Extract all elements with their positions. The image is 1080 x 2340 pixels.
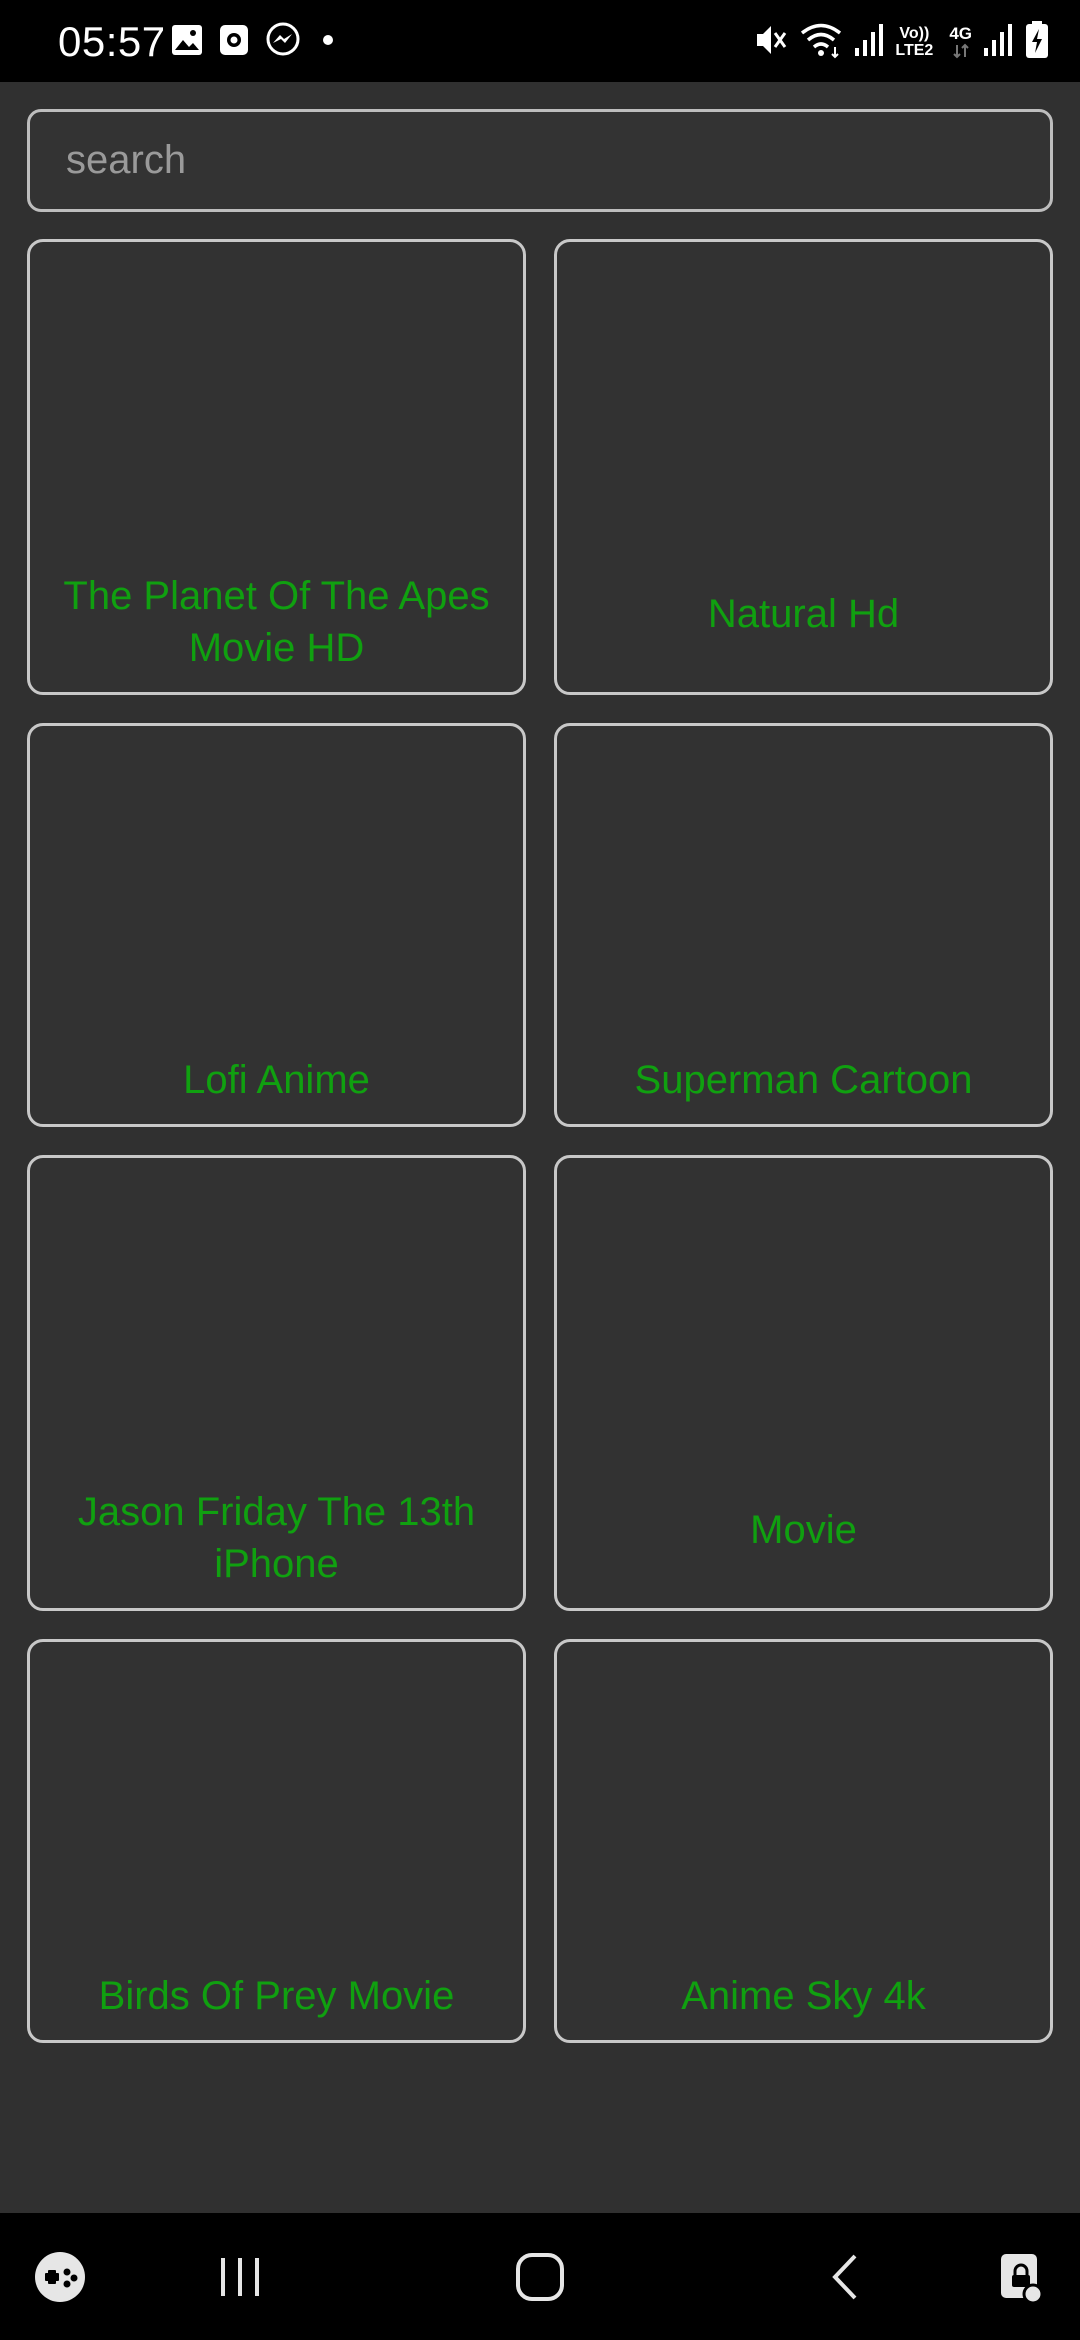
card-title: Superman Cartoon bbox=[634, 1058, 973, 1102]
category-card[interactable]: Movie bbox=[554, 1155, 1053, 1611]
signal-icon bbox=[982, 22, 1014, 63]
category-card[interactable]: Anime Sky 4k bbox=[554, 1639, 1053, 2043]
screen-lock-icon[interactable] bbox=[990, 2213, 1050, 2340]
navigation-bar bbox=[0, 2213, 1080, 2340]
notification-dot-icon bbox=[316, 28, 340, 57]
category-card[interactable]: The Planet Of The Apes Movie HD bbox=[27, 239, 526, 695]
recent-apps-icon[interactable] bbox=[200, 2213, 280, 2340]
network-type-label: 4G bbox=[949, 24, 972, 43]
search-input[interactable] bbox=[30, 112, 1050, 209]
card-title: Birds Of Prey Movie bbox=[98, 1974, 455, 2018]
card-title: Anime Sky 4k bbox=[681, 1974, 926, 2018]
screen-recorder-icon bbox=[218, 23, 250, 62]
category-card[interactable]: Natural Hd bbox=[554, 239, 1053, 695]
search-box[interactable] bbox=[27, 109, 1053, 212]
category-card[interactable]: Jason Friday The 13th iPhone bbox=[27, 1155, 526, 1611]
home-icon[interactable] bbox=[500, 2213, 580, 2340]
card-title: Lofi Anime bbox=[183, 1058, 370, 1102]
card-title: Movie bbox=[750, 1508, 857, 1552]
card-title: Jason Friday The 13th iPhone bbox=[77, 1490, 476, 1586]
category-card[interactable]: Superman Cartoon bbox=[554, 723, 1053, 1127]
card-title: The Planet Of The Apes Movie HD bbox=[63, 574, 490, 670]
card-title: Natural Hd bbox=[707, 592, 900, 636]
mute-icon bbox=[753, 21, 789, 64]
category-card[interactable]: Lofi Anime bbox=[27, 723, 526, 1127]
volte-icon: Vo)) LTE2 bbox=[895, 25, 933, 59]
signal-icon bbox=[853, 22, 885, 63]
volte-label: Vo)) bbox=[899, 25, 930, 42]
battery-charging-icon bbox=[1024, 20, 1050, 65]
wallpaper-category-grid: The Planet Of The Apes Movie HD Natural … bbox=[27, 239, 1053, 2043]
lte-label: LTE2 bbox=[895, 42, 934, 59]
back-icon[interactable] bbox=[805, 2213, 885, 2340]
gallery-icon bbox=[170, 23, 204, 62]
category-card[interactable]: Birds Of Prey Movie bbox=[27, 1639, 526, 2043]
wifi-icon bbox=[799, 21, 843, 64]
status-bar: 05:57 Vo)) LTE2 4G bbox=[0, 0, 1080, 82]
messenger-icon bbox=[264, 21, 302, 64]
game-launcher-icon[interactable] bbox=[30, 2213, 90, 2340]
4g-icon: 4G bbox=[949, 25, 972, 59]
status-time: 05:57 bbox=[58, 18, 166, 65]
